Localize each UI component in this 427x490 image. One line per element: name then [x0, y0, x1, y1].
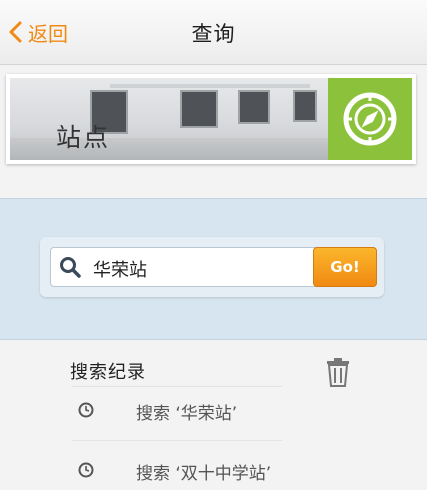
history-item-label: 搜索 ‘华荣站’ — [136, 404, 238, 424]
compass-icon — [343, 92, 397, 146]
navigation-bar: 返回 查询 — [0, 0, 427, 65]
station-banner: 站点 — [6, 74, 416, 164]
search-icon — [60, 257, 81, 278]
search-value: 华荣站 — [93, 260, 147, 281]
search-box: 华荣站 Go! — [40, 237, 384, 297]
banner-icon-box — [328, 78, 412, 160]
clear-history-button[interactable] — [324, 356, 352, 392]
trash-icon — [327, 358, 349, 387]
go-button[interactable]: Go! — [313, 247, 377, 287]
search-input[interactable]: 华荣站 Go! — [50, 247, 377, 287]
search-area: 华荣站 Go! — [0, 198, 427, 340]
history-item-label: 搜索 ‘双十中学站’ — [136, 464, 272, 484]
history-title: 搜索纪录 — [70, 362, 146, 383]
history-item[interactable]: 搜索 ‘华荣站’ — [70, 388, 290, 428]
banner-label: 站点 — [56, 123, 111, 152]
clock-icon — [78, 402, 94, 418]
page-title: 查询 — [191, 22, 236, 46]
clock-icon — [78, 462, 94, 478]
history-item[interactable]: 搜索 ‘双十中学站’ — [70, 448, 290, 488]
